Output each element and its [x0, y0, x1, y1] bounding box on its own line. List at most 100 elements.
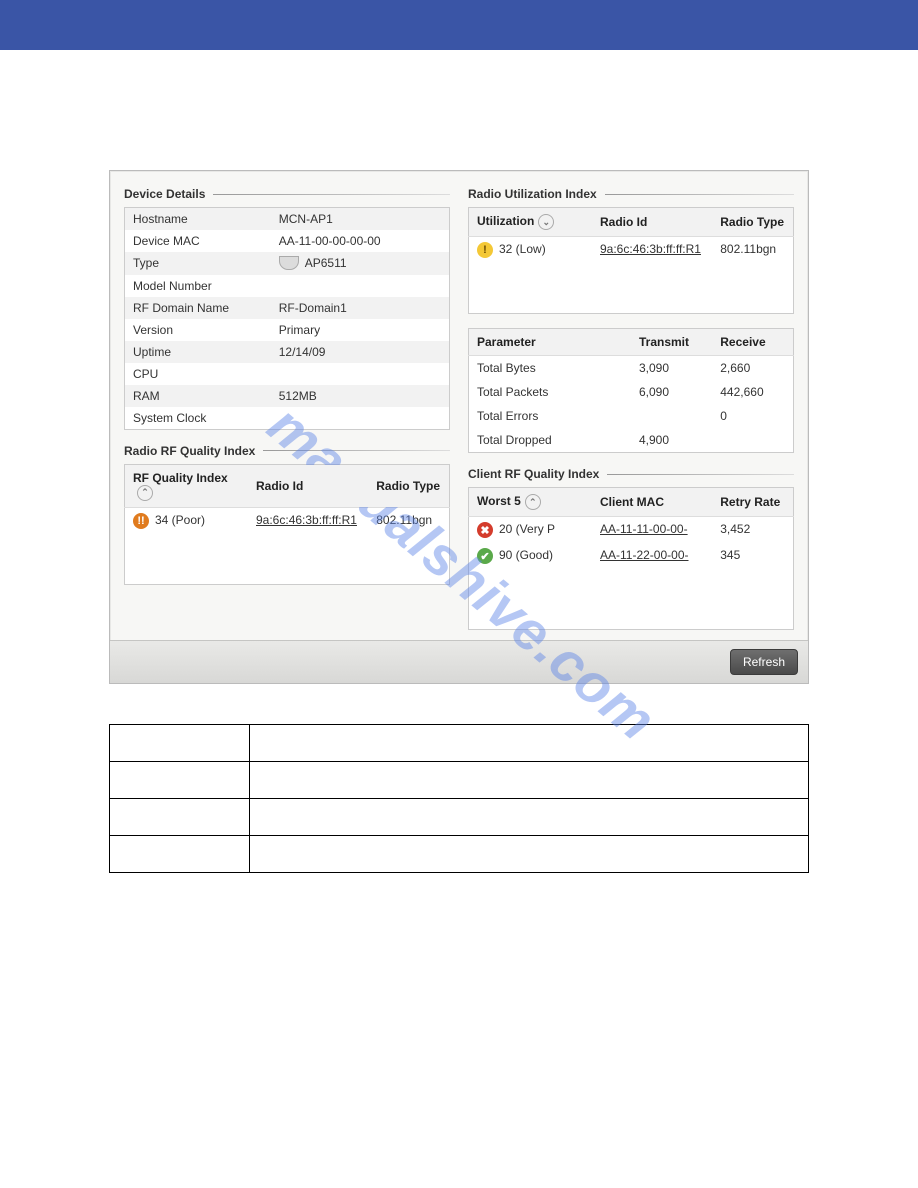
divider	[607, 474, 794, 475]
radio-util-table: Utilization⌄ Radio Id Radio Type ! 32 (Lo…	[468, 207, 794, 314]
error-icon: ✖	[477, 522, 493, 538]
worst5-header[interactable]: Worst 5⌃	[469, 488, 593, 517]
rfdomain-value[interactable]: RF-Domain1	[271, 297, 450, 319]
parameter-header[interactable]: Parameter	[469, 329, 632, 356]
transmit-value: 3,090	[631, 356, 712, 381]
empty-row	[469, 569, 794, 630]
client-mac-header[interactable]: Client MAC	[592, 488, 712, 517]
sort-indicator-icon[interactable]: ⌃	[525, 494, 541, 510]
radio-id-link[interactable]: 9a:6c:46:3b:ff:ff:R1	[600, 242, 701, 256]
client-mac-link[interactable]: AA-11-11-00-00-	[600, 522, 688, 536]
description-table	[109, 724, 809, 873]
desc-cell	[110, 762, 250, 799]
transmit-value: 4,900	[631, 428, 712, 453]
param-name: Total Dropped	[469, 428, 632, 453]
hostname-label: Hostname	[125, 208, 271, 231]
desc-cell	[249, 836, 808, 873]
desc-cell	[110, 836, 250, 873]
cpu-label: CPU	[125, 363, 271, 385]
param-name: Total Errors	[469, 404, 632, 428]
divider	[605, 194, 794, 195]
access-point-icon	[279, 256, 299, 270]
radio-type-header[interactable]: Radio Type	[712, 208, 793, 237]
table-row[interactable]: ✔ 90 (Good) AA-11-22-00-00- 345	[469, 543, 794, 569]
parameter-group: Parameter Transmit Receive Total Bytes3,…	[468, 328, 794, 453]
retry-rate-header[interactable]: Retry Rate	[712, 488, 793, 517]
rfdomain-label: RF Domain Name	[125, 297, 271, 319]
param-name: Total Packets	[469, 380, 632, 404]
radio-util-title: Radio Utilization Index	[468, 187, 597, 201]
desc-cell	[249, 762, 808, 799]
device-mac-value: AA-11-00-00-00-00	[271, 230, 450, 252]
desc-cell	[249, 725, 808, 762]
receive-value: 442,660	[712, 380, 793, 404]
table-row: Total Bytes3,0902,660	[469, 356, 794, 381]
device-details-title: Device Details	[124, 187, 205, 201]
parameter-table: Parameter Transmit Receive Total Bytes3,…	[468, 328, 794, 453]
table-row[interactable]: ! 32 (Low) 9a:6c:46:3b:ff:ff:R1 802.11bgn	[469, 237, 794, 264]
radio-rf-table: RF Quality Index⌃ Radio Id Radio Type !!…	[124, 464, 450, 585]
utilization-value: 32 (Low)	[499, 242, 546, 256]
ram-label: RAM	[125, 385, 271, 407]
client-mac-link[interactable]: AA-11-22-00-00-	[600, 548, 689, 562]
stats-panel: Device Details HostnameMCN-AP1 Device MA…	[109, 170, 809, 684]
utilization-header[interactable]: Utilization⌄	[469, 208, 593, 237]
client-rf-group: Client RF Quality Index Worst 5⌃ Client …	[468, 467, 794, 630]
uptime-label: Uptime	[125, 341, 271, 363]
type-value: AP6511	[271, 252, 450, 275]
model-value	[271, 275, 450, 297]
retry-rate-value: 345	[712, 543, 793, 569]
empty-row	[125, 534, 450, 585]
transmit-value	[631, 404, 712, 428]
desc-cell	[110, 799, 250, 836]
rf-quality-value: 34 (Poor)	[155, 513, 205, 527]
worst5-value: 90 (Good)	[499, 548, 553, 562]
ram-value: 512MB	[271, 385, 450, 407]
empty-row	[469, 263, 794, 314]
header-bar	[0, 0, 918, 50]
radio-id-link[interactable]: 9a:6c:46:3b:ff:ff:R1	[256, 513, 357, 527]
radio-type-header[interactable]: Radio Type	[368, 464, 449, 507]
radio-util-group: Radio Utilization Index Utilization⌄ Rad…	[468, 187, 794, 314]
radio-id-header[interactable]: Radio Id	[592, 208, 712, 237]
clock-label: System Clock	[125, 407, 271, 430]
desc-cell	[249, 799, 808, 836]
table-row: Total Dropped4,900	[469, 428, 794, 453]
device-details-group: Device Details HostnameMCN-AP1 Device MA…	[124, 187, 450, 430]
clock-value	[271, 407, 450, 430]
divider	[213, 194, 450, 195]
table-row[interactable]: ✖ 20 (Very P AA-11-11-00-00- 3,452	[469, 517, 794, 544]
client-rf-title: Client RF Quality Index	[468, 467, 599, 481]
radio-type-value: 802.11bgn	[712, 237, 793, 264]
param-name: Total Bytes	[469, 356, 632, 381]
retry-rate-value: 3,452	[712, 517, 793, 544]
cpu-value	[271, 363, 450, 385]
transmit-value: 6,090	[631, 380, 712, 404]
device-details-table: HostnameMCN-AP1 Device MACAA-11-00-00-00…	[124, 207, 450, 430]
client-rf-table: Worst 5⌃ Client MAC Retry Rate ✖ 20 (Very…	[468, 487, 794, 630]
radio-rf-title: Radio RF Quality Index	[124, 444, 255, 458]
table-row[interactable]: !!34 (Poor) 9a:6c:46:3b:ff:ff:R1 802.11b…	[125, 507, 450, 534]
rf-quality-header[interactable]: RF Quality Index⌃	[125, 464, 249, 507]
sort-indicator-icon[interactable]: ⌃	[137, 485, 153, 501]
table-row: Total Errors0	[469, 404, 794, 428]
check-icon: ✔	[477, 548, 493, 564]
receive-value	[712, 428, 793, 453]
worst5-value: 20 (Very P	[499, 522, 555, 536]
version-value: Primary	[271, 319, 450, 341]
warning-icon: !!	[133, 513, 149, 529]
receive-value: 2,660	[712, 356, 793, 381]
sort-indicator-icon[interactable]: ⌄	[538, 214, 554, 230]
receive-header[interactable]: Receive	[712, 329, 793, 356]
hostname-value: MCN-AP1	[271, 208, 450, 231]
device-mac-label: Device MAC	[125, 230, 271, 252]
transmit-header[interactable]: Transmit	[631, 329, 712, 356]
desc-cell	[110, 725, 250, 762]
refresh-button[interactable]: Refresh	[730, 649, 798, 675]
radio-id-header[interactable]: Radio Id	[248, 464, 368, 507]
divider	[263, 450, 450, 451]
type-label: Type	[125, 252, 271, 275]
table-row: Total Packets6,090442,660	[469, 380, 794, 404]
model-label: Model Number	[125, 275, 271, 297]
caution-icon: !	[477, 242, 493, 258]
